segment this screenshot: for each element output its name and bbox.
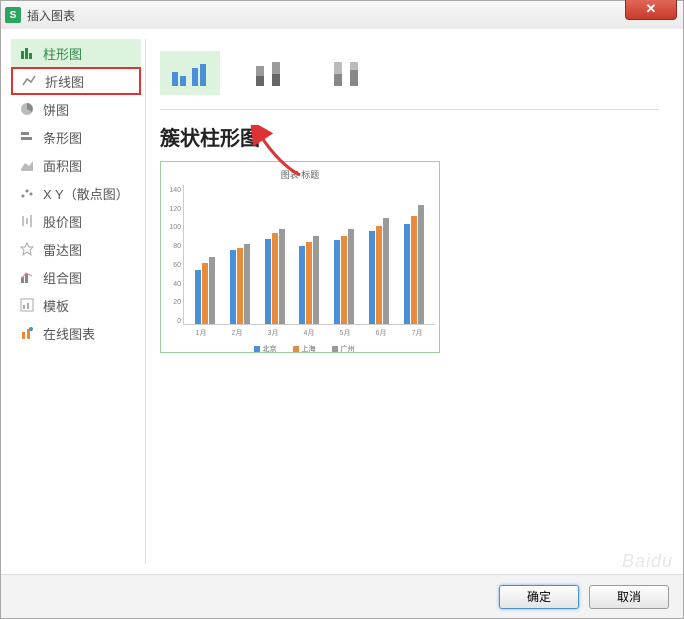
chart-type-icon bbox=[19, 213, 35, 229]
sidebar-item-9[interactable]: 模板 bbox=[11, 291, 141, 319]
content-area: 柱形图折线图饼图条形图面积图 X Y（散点图） 股价图雷达图组合图模板在线图表 bbox=[1, 29, 683, 574]
sidebar-item-4[interactable]: 面积图 bbox=[11, 151, 141, 179]
watermark: Baidu bbox=[622, 551, 673, 572]
titlebar: S 插入图表 ✕ bbox=[1, 1, 683, 29]
chart-type-icon bbox=[19, 157, 35, 173]
legend-item: 北京 bbox=[246, 344, 277, 354]
bar bbox=[418, 205, 424, 324]
chart-type-icon bbox=[19, 185, 35, 201]
chart-type-icon bbox=[19, 325, 35, 341]
chart-type-icon bbox=[19, 45, 35, 61]
bar bbox=[341, 236, 347, 324]
subtype-clustered-bar[interactable] bbox=[160, 51, 220, 95]
sidebar-item-label: 面积图 bbox=[43, 156, 82, 175]
chart-subtitle: 簇状柱形图 bbox=[160, 122, 659, 151]
bar-group bbox=[369, 218, 389, 324]
legend-item: 上海 bbox=[285, 344, 316, 354]
chart-type-icon bbox=[19, 129, 35, 145]
sidebar-item-1[interactable]: 折线图 bbox=[11, 67, 141, 95]
bar bbox=[265, 239, 271, 324]
bar bbox=[202, 263, 208, 324]
subtype-row bbox=[160, 45, 659, 110]
bar-group bbox=[230, 244, 250, 324]
legend: 北京上海广州 bbox=[165, 338, 435, 354]
bar bbox=[279, 229, 285, 324]
bar bbox=[209, 257, 215, 324]
bar bbox=[230, 250, 236, 324]
percent-bar-icon bbox=[324, 58, 368, 88]
y-axis: 140120100806040200 bbox=[165, 185, 183, 325]
chart-type-sidebar: 柱形图折线图饼图条形图面积图 X Y（散点图） 股价图雷达图组合图模板在线图表 bbox=[11, 39, 146, 564]
bar bbox=[334, 240, 340, 324]
bar-group bbox=[265, 229, 285, 324]
subtype-percent-bar[interactable] bbox=[316, 51, 376, 95]
sidebar-item-label: 雷达图 bbox=[43, 240, 82, 259]
dialog-title: 插入图表 bbox=[27, 7, 75, 24]
bar bbox=[411, 216, 417, 324]
x-axis: 1月2月3月4月5月6月7月 bbox=[165, 325, 435, 338]
chart-type-icon bbox=[19, 241, 35, 257]
bar bbox=[237, 248, 243, 324]
chart-type-icon bbox=[19, 101, 35, 117]
sidebar-item-label: 条形图 bbox=[43, 128, 82, 147]
sidebar-item-label: 柱形图 bbox=[43, 44, 82, 63]
legend-item: 广州 bbox=[324, 344, 355, 354]
dialog-window: S 插入图表 ✕ 柱形图折线图饼图条形图面积图 X Y（散点图） 股价图雷达图组合图… bbox=[0, 0, 684, 619]
sidebar-item-0[interactable]: 柱形图 bbox=[11, 39, 141, 67]
sidebar-item-8[interactable]: 组合图 bbox=[11, 263, 141, 291]
sidebar-item-7[interactable]: 雷达图 bbox=[11, 235, 141, 263]
stacked-bar-icon bbox=[246, 58, 290, 88]
bar bbox=[369, 231, 375, 324]
sidebar-item-label: 折线图 bbox=[45, 72, 84, 91]
chart-preview-title: 图表 标题 bbox=[165, 168, 435, 181]
bar bbox=[306, 242, 312, 324]
sidebar-item-6[interactable]: 股价图 bbox=[11, 207, 141, 235]
ok-button[interactable]: 确定 bbox=[499, 585, 579, 609]
close-button[interactable]: ✕ bbox=[625, 0, 677, 20]
sidebar-item-3[interactable]: 条形图 bbox=[11, 123, 141, 151]
sidebar-item-label: 饼图 bbox=[43, 100, 69, 119]
bar bbox=[383, 218, 389, 324]
chart-area: 140120100806040200 bbox=[165, 185, 435, 325]
bar bbox=[244, 244, 250, 324]
sidebar-item-label: 股价图 bbox=[43, 212, 82, 231]
bar-group bbox=[195, 257, 215, 324]
sidebar-item-2[interactable]: 饼图 bbox=[11, 95, 141, 123]
clustered-bar-icon bbox=[168, 58, 212, 88]
chart-type-icon bbox=[19, 297, 35, 313]
chart-preview[interactable]: 图表 标题 140120100806040200 1月2月3月4月5月6月7月 … bbox=[160, 161, 440, 353]
bar bbox=[376, 226, 382, 324]
bar bbox=[195, 270, 201, 324]
bar-group bbox=[404, 205, 424, 324]
sidebar-item-label: 在线图表 bbox=[43, 324, 95, 343]
bar bbox=[313, 236, 319, 324]
bar bbox=[404, 224, 410, 324]
bar-group bbox=[299, 236, 319, 324]
main-panel: 簇状柱形图 图表 标题 140120100806040200 1月2月3月4月5… bbox=[146, 39, 673, 564]
cancel-button[interactable]: 取消 bbox=[589, 585, 669, 609]
chart-type-icon bbox=[21, 73, 37, 89]
sidebar-item-label: X Y（散点图） bbox=[43, 184, 129, 203]
sidebar-item-label: 模板 bbox=[43, 296, 69, 315]
sidebar-item-10[interactable]: 在线图表 bbox=[11, 319, 141, 347]
sidebar-item-label: 组合图 bbox=[43, 268, 82, 287]
app-icon: S bbox=[5, 7, 21, 23]
bar bbox=[272, 233, 278, 324]
plot-area bbox=[183, 185, 435, 325]
chart-type-icon bbox=[19, 269, 35, 285]
close-icon: ✕ bbox=[646, 1, 657, 17]
sidebar-item-5[interactable]: X Y（散点图） bbox=[11, 179, 141, 207]
footer: 确定 取消 bbox=[1, 574, 683, 618]
bar bbox=[348, 229, 354, 324]
subtype-stacked-bar[interactable] bbox=[238, 51, 298, 95]
bar bbox=[299, 246, 305, 324]
bar-group bbox=[334, 229, 354, 324]
